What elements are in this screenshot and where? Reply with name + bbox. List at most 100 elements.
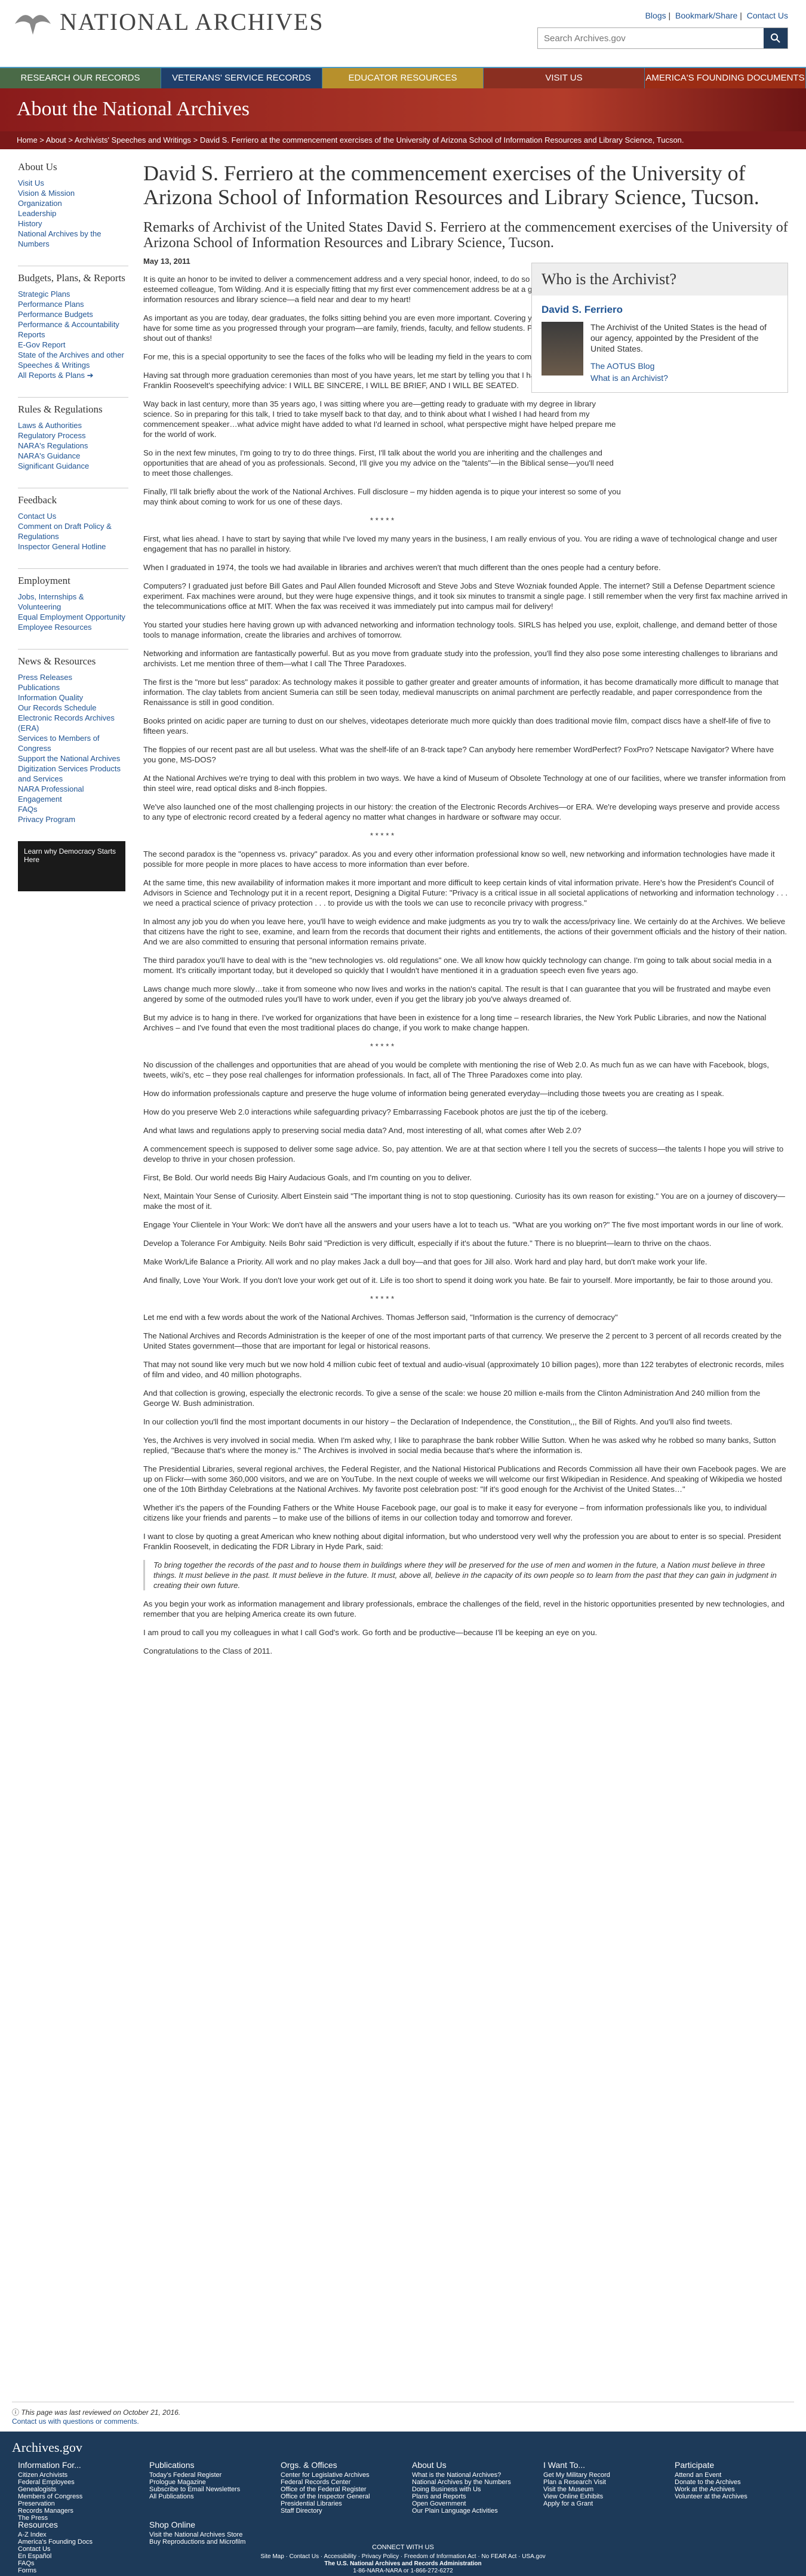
footer-link[interactable]: Federal Employees bbox=[18, 2479, 131, 2486]
contact-comments-link[interactable]: Contact us with questions or comments. bbox=[12, 2417, 139, 2426]
sidebar-item[interactable]: Vision & Mission bbox=[18, 188, 128, 198]
footer-link[interactable]: Staff Directory bbox=[281, 2507, 394, 2515]
sidebar-item[interactable]: Contact Us bbox=[18, 511, 128, 521]
speech-paragraph: So in the next few minutes, I'm going to… bbox=[143, 448, 614, 478]
sidebar-heading-news[interactable]: News & Resources bbox=[18, 649, 128, 667]
footer-link[interactable]: Volunteer at the Archives bbox=[675, 2493, 788, 2500]
speech-paragraph: The third paradox you'll have to deal wi… bbox=[143, 956, 772, 975]
footer-link[interactable]: A-Z Index bbox=[18, 2531, 137, 2538]
footer-link[interactable]: Get My Military Record bbox=[543, 2472, 657, 2479]
sidebar-item[interactable]: Electronic Records Archives (ERA) bbox=[18, 713, 128, 733]
sidebar-heading-employment[interactable]: Employment bbox=[18, 568, 128, 587]
sidebar-heading-about[interactable]: About Us bbox=[18, 161, 128, 173]
footer-link[interactable]: Records Managers bbox=[18, 2507, 131, 2515]
sidebar-item[interactable]: NARA's Regulations bbox=[18, 441, 128, 451]
sidebar-item[interactable]: Performance Budgets bbox=[18, 309, 128, 319]
footer-link[interactable]: Office of the Federal Register bbox=[281, 2486, 394, 2493]
sidebar-item[interactable]: State of the Archives and other Speeches… bbox=[18, 350, 128, 370]
site-logo[interactable]: NATIONAL ARCHIVES bbox=[12, 6, 324, 37]
sidebar-heading-rules[interactable]: Rules & Regulations bbox=[18, 397, 128, 416]
sidebar-item[interactable]: Laws & Authorities bbox=[18, 420, 128, 430]
sidebar-item[interactable]: Comment on Draft Policy & Regulations bbox=[18, 521, 128, 541]
footer-link[interactable]: Office of the Inspector General bbox=[281, 2493, 394, 2500]
archivist-name-link[interactable]: David S. Ferriero bbox=[542, 304, 778, 316]
footer-link[interactable]: Center for Legislative Archives bbox=[281, 2472, 394, 2479]
site-header: NATIONAL ARCHIVES Blogs | Bookmark/Share… bbox=[0, 0, 806, 67]
sidebar-item[interactable]: FAQs bbox=[18, 804, 128, 814]
footer-link[interactable]: What is the National Archives? bbox=[412, 2472, 525, 2479]
footer-link[interactable]: Work at the Archives bbox=[675, 2486, 788, 2493]
footer-link[interactable]: Donate to the Archives bbox=[675, 2479, 788, 2486]
democracy-promo-banner[interactable]: Learn why Democracy Starts Here bbox=[18, 841, 125, 891]
footer-link[interactable]: View Online Exhibits bbox=[543, 2493, 657, 2500]
sidebar-item[interactable]: NARA's Guidance bbox=[18, 451, 128, 461]
footer-link[interactable]: Attend an Event bbox=[675, 2472, 788, 2479]
sidebar-item[interactable]: Jobs, Internships & Volunteering bbox=[18, 592, 128, 612]
nav-founding-docs[interactable]: America's Founding Documents bbox=[645, 68, 806, 88]
sidebar-item[interactable]: Support the National Archives bbox=[18, 753, 128, 764]
footer-link[interactable]: Open Government bbox=[412, 2500, 525, 2507]
sidebar-item[interactable]: Regulatory Process bbox=[18, 430, 128, 441]
footer-link[interactable]: Apply for a Grant bbox=[543, 2500, 657, 2507]
sidebar-item[interactable]: Services to Members of Congress bbox=[18, 733, 128, 753]
speech-paragraph: That may not sound like very much but we… bbox=[143, 1360, 785, 1379]
blogs-link[interactable]: Blogs bbox=[645, 11, 666, 20]
closing-paragraph: I am proud to call you my colleagues in … bbox=[143, 1628, 598, 1637]
sidebar-item[interactable]: Equal Employment Opportunity bbox=[18, 612, 128, 622]
footer-link[interactable]: Presidential Libraries bbox=[281, 2500, 394, 2507]
search-button[interactable] bbox=[764, 28, 787, 48]
footer-site-name[interactable]: Archives.gov bbox=[12, 2440, 82, 2455]
sidebar-item[interactable]: NARA Professional Engagement bbox=[18, 784, 128, 804]
bookmark-share-link[interactable]: Bookmark/Share bbox=[675, 11, 737, 20]
sidebar-heading-budgets[interactable]: Budgets, Plans, & Reports bbox=[18, 266, 128, 284]
sidebar-item[interactable]: Digitization Services Products and Servi… bbox=[18, 764, 128, 784]
contact-us-link[interactable]: Contact Us bbox=[747, 11, 788, 20]
nav-visit[interactable]: Visit Us bbox=[484, 68, 645, 88]
sidebar-item[interactable]: Organization bbox=[18, 198, 128, 208]
footer-link[interactable]: Prologue Magazine bbox=[149, 2479, 263, 2486]
sidebar-item[interactable]: National Archives by the Numbers bbox=[18, 229, 128, 249]
footer-link[interactable]: Subscribe to Email Newsletters bbox=[149, 2486, 263, 2493]
sidebar-item[interactable]: Performance Plans bbox=[18, 299, 128, 309]
nav-research[interactable]: Research Our Records bbox=[0, 68, 161, 88]
nav-educator[interactable]: Educator Resources bbox=[322, 68, 484, 88]
sidebar-item[interactable]: Information Quality bbox=[18, 693, 128, 703]
footer-link[interactable]: National Archives by the Numbers bbox=[412, 2479, 525, 2486]
sidebar-item[interactable]: Our Records Schedule bbox=[18, 703, 128, 713]
sidebar-heading-feedback[interactable]: Feedback bbox=[18, 488, 128, 506]
footer-link[interactable]: Plan a Research Visit bbox=[543, 2479, 657, 2486]
sidebar-item[interactable]: Publications bbox=[18, 682, 128, 693]
footer-column-heading: About Us bbox=[412, 2460, 447, 2470]
footer-link[interactable]: Federal Records Center bbox=[281, 2479, 394, 2486]
what-is-archivist-link[interactable]: What is an Archivist? bbox=[590, 373, 668, 383]
footer-link[interactable]: Today's Federal Register bbox=[149, 2472, 263, 2479]
footer-link[interactable]: Visit the National Archives Store bbox=[149, 2531, 269, 2538]
sidebar-item[interactable]: E-Gov Report bbox=[18, 340, 128, 350]
breadcrumb[interactable]: Home > About > Archivists' Speeches and … bbox=[0, 131, 806, 149]
sidebar-item[interactable]: Inspector General Hotline bbox=[18, 541, 128, 552]
sidebar-item[interactable]: Press Releases bbox=[18, 672, 128, 682]
footer-link[interactable]: All Publications bbox=[149, 2493, 263, 2500]
sidebar-item[interactable]: Privacy Program bbox=[18, 814, 128, 824]
nav-veterans[interactable]: Veterans' Service Records bbox=[161, 68, 322, 88]
footer-link[interactable]: Preservation bbox=[18, 2500, 131, 2507]
footer-link[interactable]: Visit the Museum bbox=[543, 2486, 657, 2493]
sidebar-item[interactable]: Visit Us bbox=[18, 178, 128, 188]
footer-link[interactable]: Members of Congress bbox=[18, 2493, 131, 2500]
footer-link[interactable]: Our Plain Language Activities bbox=[412, 2507, 525, 2515]
sidebar-item[interactable]: Significant Guidance bbox=[18, 461, 128, 471]
footer-link[interactable]: Plans and Reports bbox=[412, 2493, 525, 2500]
sidebar-item[interactable]: Employee Resources bbox=[18, 622, 128, 632]
sidebar-item[interactable]: All Reports & Plans ➔ bbox=[18, 370, 128, 380]
sidebar-item[interactable]: History bbox=[18, 218, 128, 229]
footer-link[interactable]: Genealogists bbox=[18, 2486, 131, 2493]
footer-link[interactable]: Citizen Archivists bbox=[18, 2472, 131, 2479]
footer-link[interactable]: Doing Business with Us bbox=[412, 2486, 525, 2493]
speech-paragraph: In almost any job you do when you leave … bbox=[143, 917, 787, 946]
search-input[interactable] bbox=[538, 28, 764, 48]
sidebar-item[interactable]: Strategic Plans bbox=[18, 289, 128, 299]
footer-bottom-links[interactable]: Site Map · Contact Us · Accessibility · … bbox=[0, 2553, 806, 2560]
sidebar-item[interactable]: Leadership bbox=[18, 208, 128, 218]
sidebar-item[interactable]: Performance & Accountability Reports bbox=[18, 319, 128, 340]
aotus-blog-link[interactable]: The AOTUS Blog bbox=[590, 361, 654, 371]
